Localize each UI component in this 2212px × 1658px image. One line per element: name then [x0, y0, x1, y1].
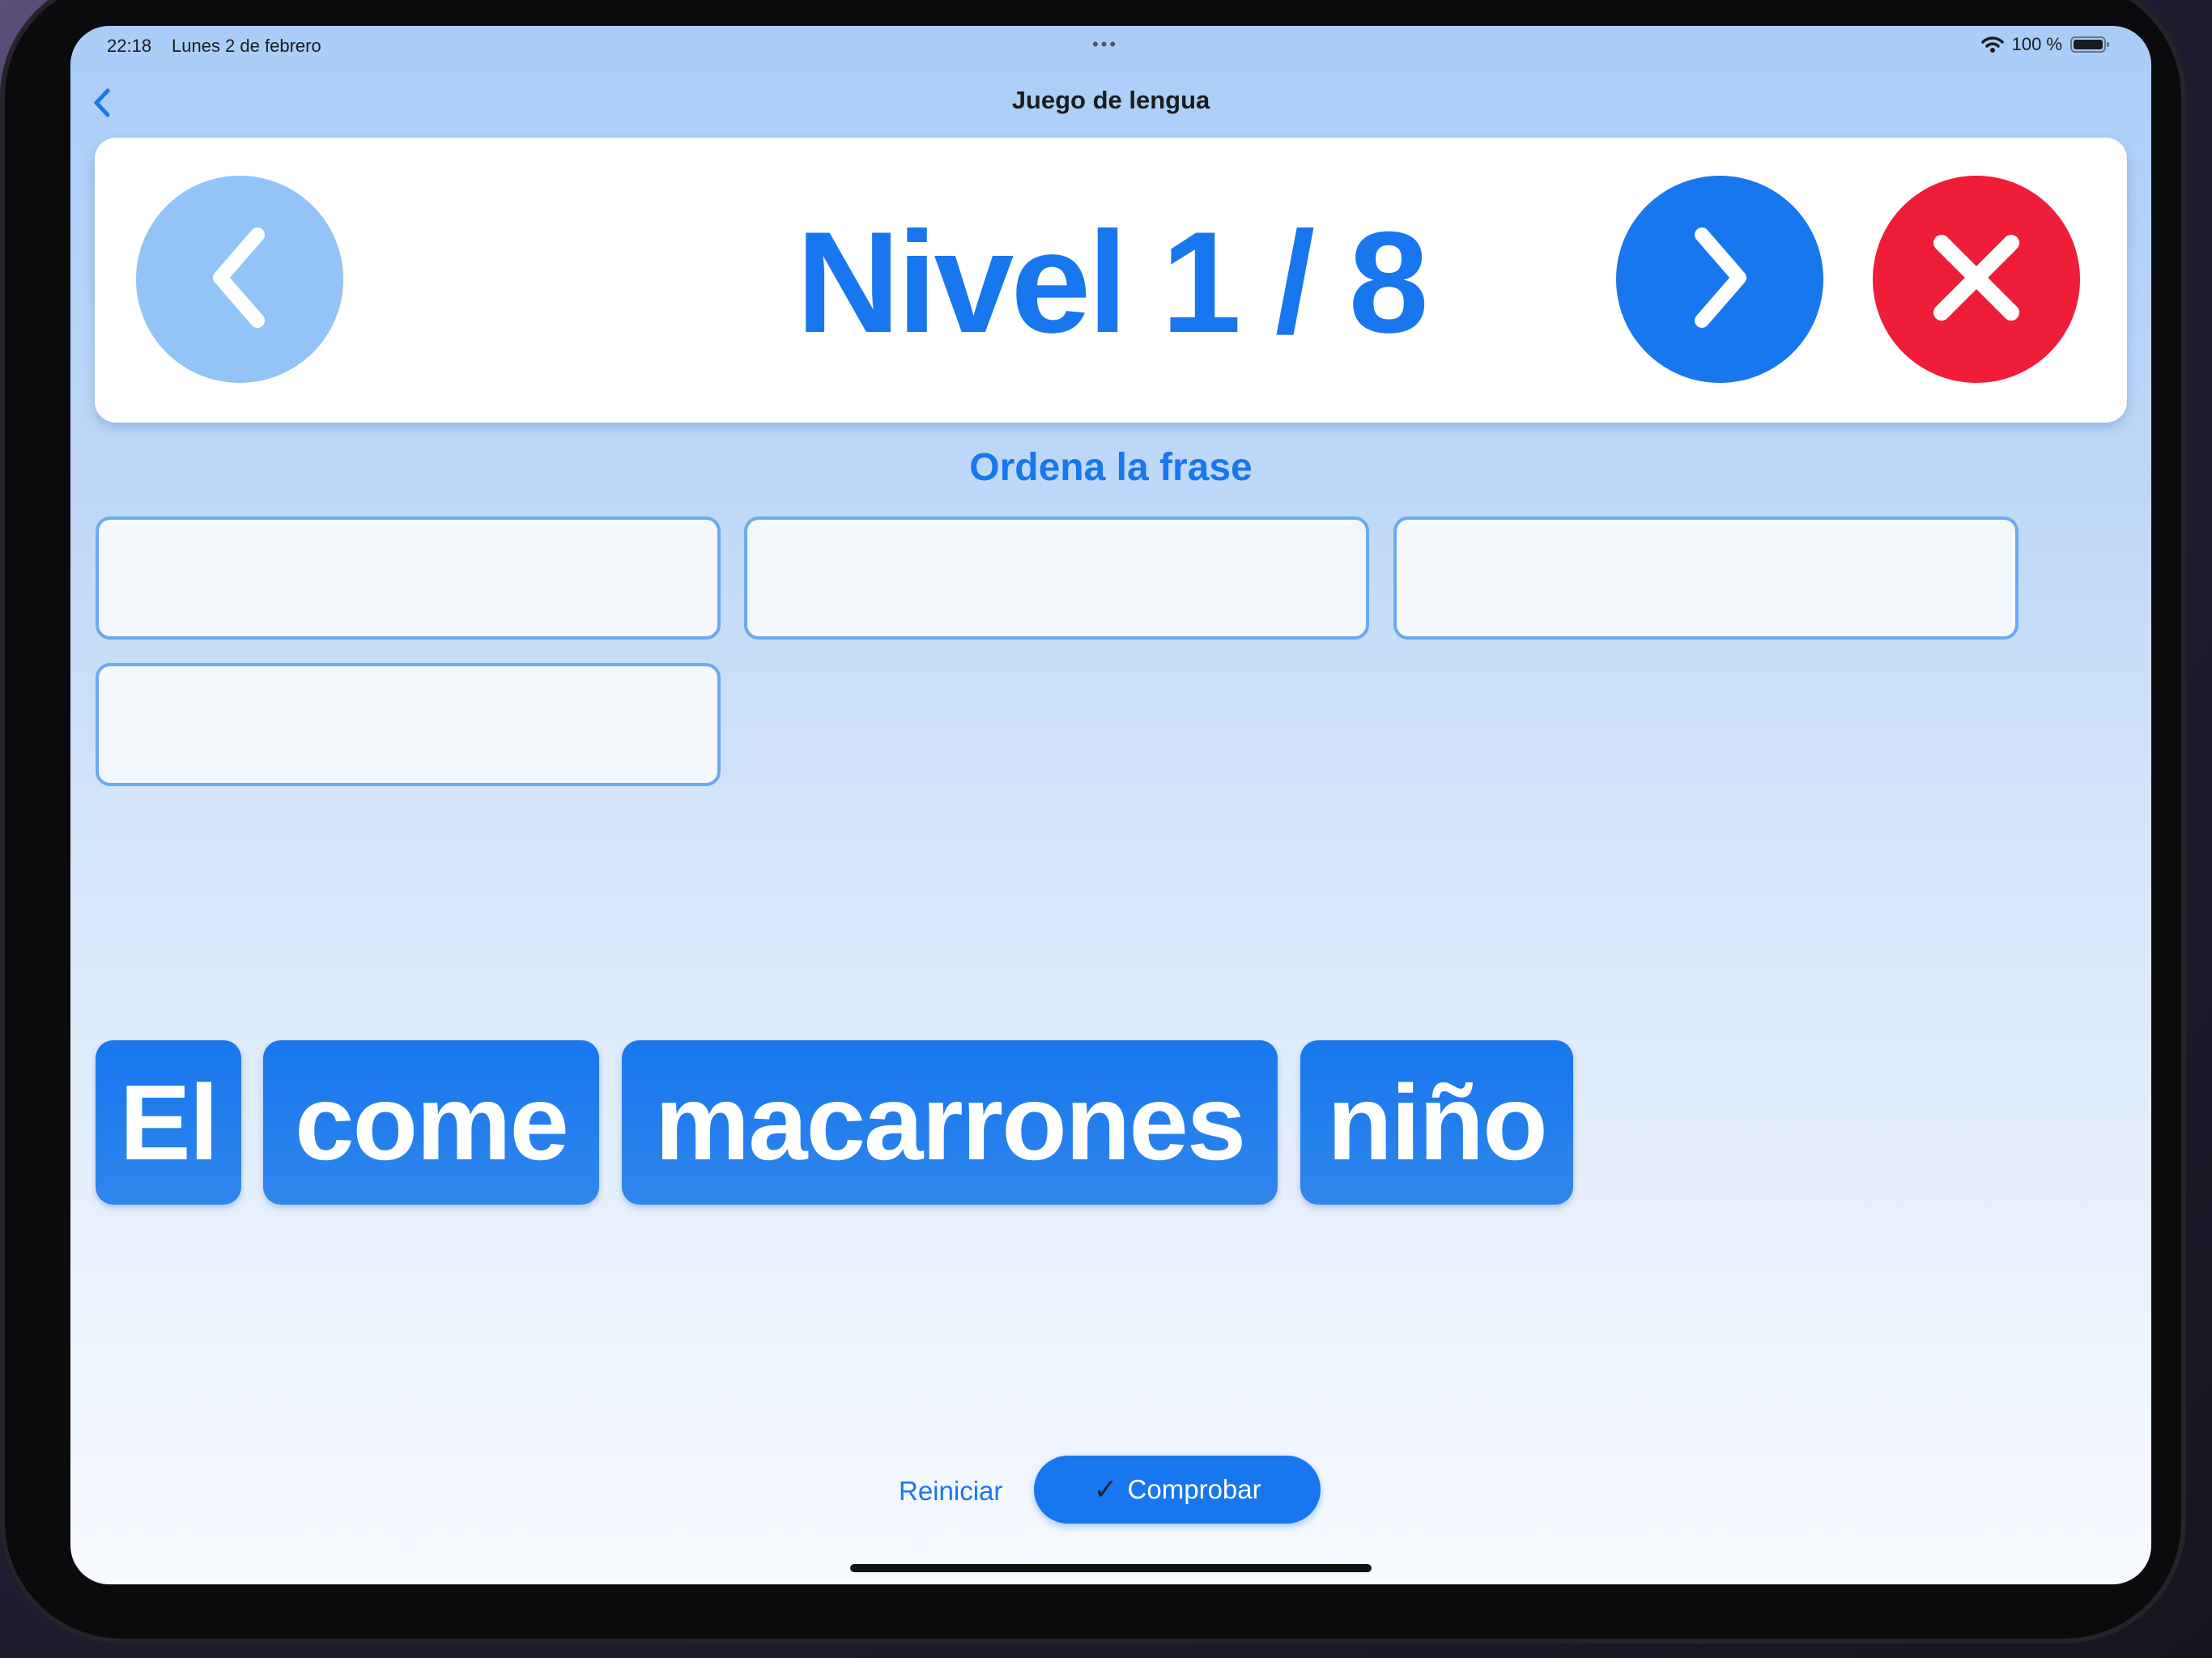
- answer-slot[interactable]: [1393, 517, 2018, 640]
- battery-percent: 100 %: [2011, 34, 2062, 54]
- instruction-text: Ordena la frase: [969, 446, 1253, 489]
- multitasking-dots[interactable]: •••: [1092, 34, 1118, 55]
- nav-title: Juego de lengua: [1011, 86, 1210, 114]
- word-tile[interactable]: El: [96, 1040, 241, 1205]
- answer-slot[interactable]: [96, 663, 721, 786]
- level-card: Nivel 1 / 8: [95, 138, 2127, 423]
- battery-icon: [2070, 36, 2111, 53]
- ipad-frame: 22:18 Lunes 2 de febrero ••• 100 % Juego…: [0, 0, 2186, 1643]
- status-right: 100 %: [1980, 34, 2111, 55]
- close-icon: [1924, 225, 2029, 334]
- status-bar: 22:18 Lunes 2 de febrero ••• 100 %: [70, 26, 2151, 63]
- word-tile[interactable]: come: [263, 1040, 599, 1205]
- answer-slot[interactable]: [744, 517, 1369, 640]
- checkmark-icon: ✓: [1093, 1473, 1118, 1506]
- wifi-icon: [1980, 36, 2004, 53]
- home-indicator[interactable]: [850, 1564, 1372, 1572]
- word-tile[interactable]: macarrones: [622, 1040, 1278, 1205]
- reset-button[interactable]: Reiniciar: [899, 1476, 1002, 1507]
- chevron-right-icon: [1671, 217, 1768, 342]
- word-tile[interactable]: niño: [1300, 1040, 1573, 1205]
- check-button[interactable]: ✓ Comprobar: [1034, 1456, 1321, 1524]
- answer-slot[interactable]: [96, 517, 721, 640]
- status-date: Lunes 2 de febrero: [172, 36, 321, 56]
- app-screen: 22:18 Lunes 2 de febrero ••• 100 % Juego…: [70, 26, 2151, 1584]
- check-button-label: Comprobar: [1127, 1474, 1261, 1504]
- close-button[interactable]: [1873, 176, 2080, 383]
- next-level-button[interactable]: [1616, 176, 1823, 383]
- status-time: 22:18: [107, 36, 152, 56]
